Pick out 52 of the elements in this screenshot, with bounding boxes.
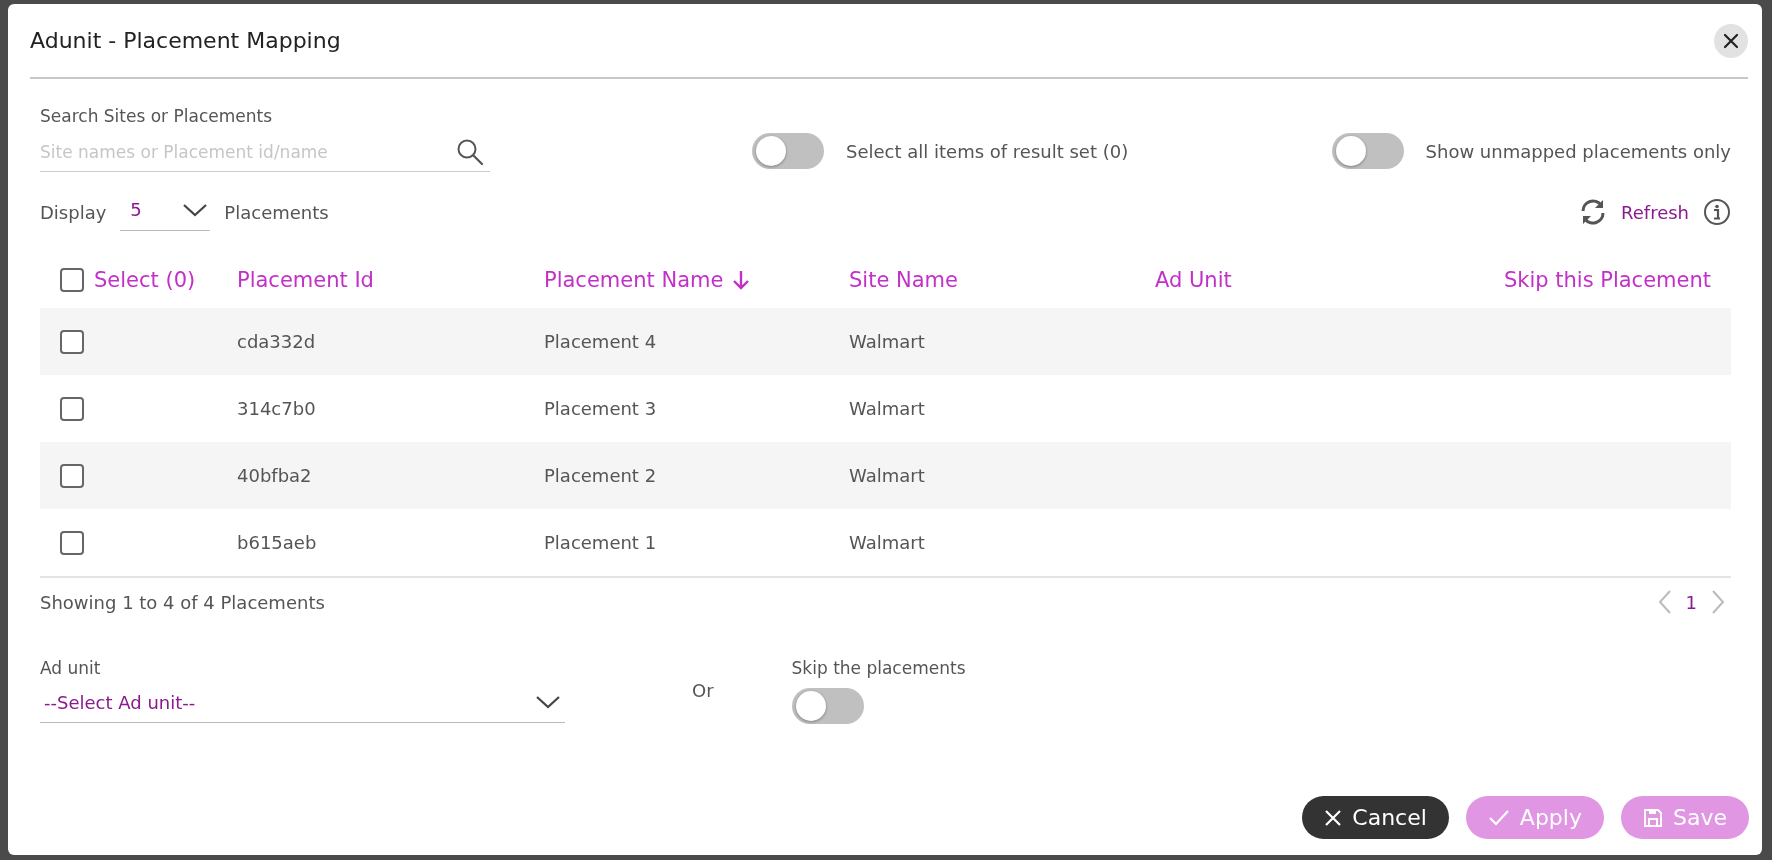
- toggle-label: Show unmapped placements only: [1425, 140, 1731, 162]
- table-cell: Walmart: [849, 532, 925, 553]
- table-cell: 40bfba2: [237, 465, 312, 486]
- sort-down-icon: [731, 269, 752, 291]
- column-header: Select (0): [94, 268, 196, 292]
- table-cell: Walmart: [849, 465, 925, 486]
- toggle-label: Select all items of result set (0): [846, 140, 1129, 162]
- ad-unit-label: Ad unit: [40, 658, 102, 678]
- skip-label: Skip the placements: [791, 658, 966, 678]
- checkmark-icon: [1487, 808, 1510, 827]
- chevron-down-icon: [535, 695, 561, 709]
- column-header[interactable]: Skip this Placement: [1503, 268, 1711, 292]
- row-checkbox[interactable]: [60, 530, 84, 555]
- display-suffix: Placements: [224, 201, 329, 223]
- refresh-icon[interactable]: [1579, 198, 1607, 226]
- column-header[interactable]: Site Name: [849, 268, 958, 292]
- toggle-switch[interactable]: [1331, 133, 1404, 169]
- info-icon[interactable]: [1703, 198, 1731, 226]
- table-cell: Placement 2: [544, 465, 657, 486]
- close-icon: [1324, 808, 1343, 827]
- search-field[interactable]: Site names or Placement id/name: [40, 132, 490, 172]
- cancel-button[interactable]: Cancel: [1302, 796, 1449, 839]
- display-label: Display: [40, 201, 107, 223]
- page-size-dropdown[interactable]: 5: [120, 193, 211, 231]
- row-checkbox[interactable]: [60, 396, 84, 421]
- table-cell: cda332d: [237, 331, 316, 352]
- table-cell: Walmart: [849, 398, 925, 419]
- table-cell: Placement 1: [544, 532, 657, 553]
- table-cell: b615aeb: [237, 532, 317, 553]
- close-button[interactable]: [1714, 23, 1748, 58]
- toggle-switch[interactable]: [791, 688, 864, 724]
- row-checkbox[interactable]: [60, 329, 84, 354]
- or-label: Or: [692, 680, 714, 701]
- search-label: Search Sites or Placements: [40, 106, 273, 126]
- dialog-title: Adunit - Placement Mapping: [30, 28, 341, 53]
- select-all-checkbox[interactable]: [60, 268, 84, 292]
- table-cell: Placement 3: [544, 398, 657, 419]
- table-cell: Placement 4: [544, 331, 657, 352]
- ad-unit-dropdown[interactable]: --Select Ad unit--: [40, 682, 565, 723]
- chevron-down-icon: [182, 202, 209, 217]
- table-cell: 314c7b0: [237, 398, 316, 419]
- column-header[interactable]: Placement Name: [544, 268, 752, 292]
- search-icon[interactable]: [456, 138, 484, 166]
- close-icon: [1723, 32, 1739, 49]
- toggle-switch[interactable]: [752, 133, 824, 169]
- results-summary: Showing 1 to 4 of 4 Placements: [40, 591, 325, 613]
- column-header[interactable]: Placement Id: [237, 268, 374, 292]
- column-header[interactable]: Ad Unit: [1155, 268, 1232, 292]
- page-number[interactable]: 1: [1685, 591, 1697, 613]
- table-cell: Walmart: [849, 331, 925, 352]
- row-checkbox[interactable]: [60, 463, 84, 488]
- refresh-link[interactable]: Refresh: [1621, 201, 1689, 223]
